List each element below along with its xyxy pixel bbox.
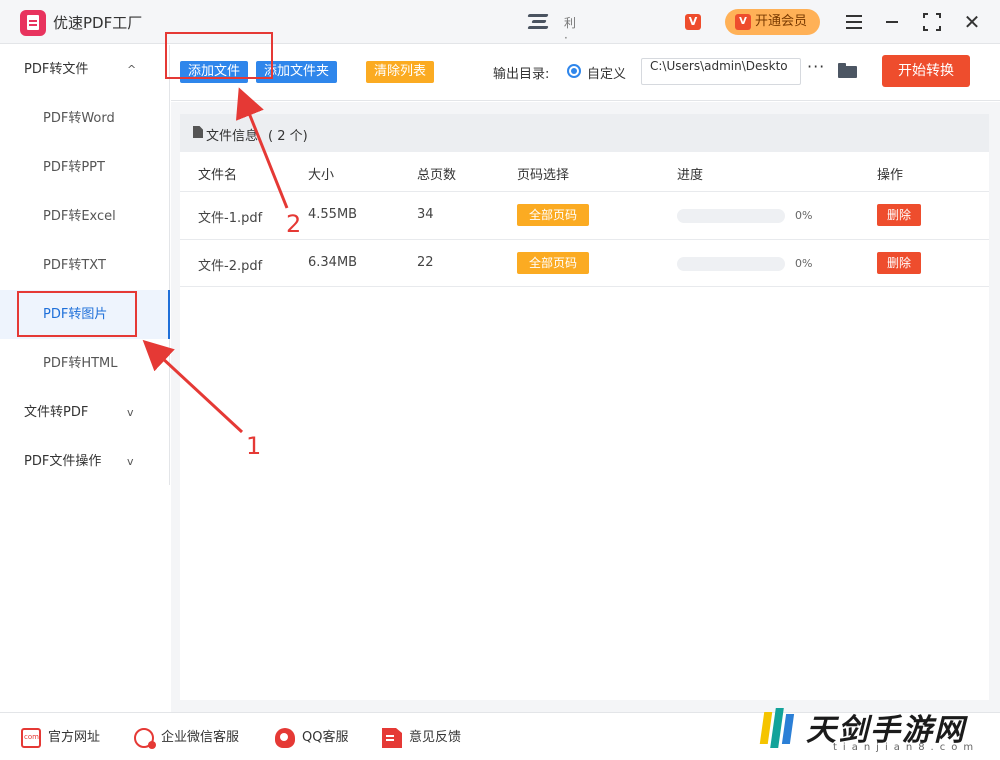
minimize-icon[interactable] <box>880 10 904 34</box>
sidebar-group-file-to-pdf[interactable]: 文件转PDF v <box>0 388 170 437</box>
progress-bar <box>677 257 785 271</box>
file-size: 4.55MB <box>308 207 358 222</box>
delete-button[interactable]: 删除 <box>877 252 921 274</box>
sidebar-item-pdf-to-image[interactable]: PDF转图片 <box>0 290 170 339</box>
menu-icon[interactable] <box>842 10 866 34</box>
column-header: 文件名 <box>198 168 238 183</box>
sidebar-group-label: 文件转PDF <box>24 405 89 420</box>
more-options-icon[interactable]: ··· <box>807 57 825 76</box>
file-panel-title: 文件信息 <box>206 129 259 144</box>
sidebar-item-pdf-to-html[interactable]: PDF转HTML <box>0 339 170 388</box>
progress-text: 0% <box>795 209 813 222</box>
maximize-icon[interactable] <box>920 10 944 34</box>
feedback-icon <box>382 728 402 748</box>
vip-icon: V <box>735 14 751 30</box>
column-header: 总页数 <box>417 168 457 183</box>
sidebar: PDF转文件 ^ PDF转Word PDF转PPT PDF转Excel PDF转… <box>0 45 170 485</box>
open-membership-button[interactable]: V 开通会员 <box>725 9 820 35</box>
file-panel: 文件信息 ( 2 个) 文件名 大小 总页数 页码选择 进度 操作 文件-1.p… <box>180 114 989 700</box>
user-logo-icon <box>527 12 554 32</box>
page-count: 22 <box>417 255 434 270</box>
watermark-domain: tianjian8.com <box>833 742 980 753</box>
sidebar-item-pdf-to-excel[interactable]: PDF转Excel <box>0 192 170 241</box>
page-select-button[interactable]: 全部页码 <box>517 252 589 274</box>
sidebar-group-label: PDF转文件 <box>24 62 89 77</box>
sidebar-item-pdf-to-txt[interactable]: PDF转TXT <box>0 241 170 290</box>
table-row[interactable]: 文件-2.pdf 6.34MB 22 全部页码 0% 删除 <box>180 239 989 287</box>
sidebar-group-label: PDF文件操作 <box>24 454 102 469</box>
website-icon <box>21 728 41 748</box>
content-area: 文件信息 ( 2 个) 文件名 大小 总页数 页码选择 进度 操作 文件-1.p… <box>171 102 1000 712</box>
page-select-button[interactable]: 全部页码 <box>517 204 589 226</box>
sidebar-item-pdf-to-ppt[interactable]: PDF转PPT <box>0 143 170 192</box>
file-panel-header: 文件信息 ( 2 个) <box>180 114 989 152</box>
sidebar-item-pdf-to-word[interactable]: PDF转Word <box>0 94 170 143</box>
output-path-input[interactable]: C:\Users\admin\Deskto <box>641 58 801 85</box>
app-title: 优速PDF工厂 <box>53 14 143 32</box>
highlight-box <box>165 32 273 79</box>
file-icon <box>193 126 203 138</box>
wechat-support-label: 企业微信客服 <box>161 730 240 745</box>
column-header: 操作 <box>877 168 904 183</box>
watermark: 天剑手游网 tianjian8.com <box>750 700 1000 760</box>
progress-bar <box>677 209 785 223</box>
page-count: 34 <box>417 207 434 222</box>
open-membership-label: 开通会员 <box>755 14 808 29</box>
feedback-label: 意见反馈 <box>409 730 462 745</box>
vip-badge-icon[interactable]: V <box>685 14 701 30</box>
chevron-down-icon: v <box>127 455 134 468</box>
file-name: 文件-2.pdf <box>198 259 263 274</box>
file-size: 6.34MB <box>308 255 358 270</box>
progress-text: 0% <box>795 257 813 270</box>
file-count: ( 2 个) <box>268 129 308 144</box>
feedback-link[interactable]: 意见反馈 <box>382 727 461 749</box>
close-icon[interactable]: ✕ <box>960 10 984 34</box>
watermark-logo-icon <box>759 708 795 750</box>
app-logo-icon <box>20 10 46 36</box>
qq-support-link[interactable]: QQ客服 <box>275 727 348 749</box>
file-name: 文件-1.pdf <box>198 211 263 226</box>
custom-dir-label[interactable]: 自定义 <box>587 63 626 82</box>
official-website-link[interactable]: 官方网址 <box>21 727 100 749</box>
start-convert-button[interactable]: 开始转换 <box>882 55 970 87</box>
delete-button[interactable]: 删除 <box>877 204 921 226</box>
output-dir-label: 输出目录: <box>493 67 550 82</box>
title-bar: 优速PDF工厂 利 · V V 开通会员 ✕ <box>0 0 1000 45</box>
official-website-label: 官方网址 <box>48 730 101 745</box>
annotation-step-2: 2 <box>286 210 302 238</box>
annotation-step-1: 1 <box>246 432 262 460</box>
chevron-down-icon: v <box>127 406 134 419</box>
table-row[interactable]: 文件-1.pdf 4.55MB 34 全部页码 0% 删除 <box>180 191 989 239</box>
clear-list-button[interactable]: 清除列表 <box>366 61 435 83</box>
toolbar: 添加文件 添加文件夹 清除列表 输出目录: 自定义 C:\Users\admin… <box>165 32 1000 101</box>
wechat-icon <box>134 728 156 749</box>
sidebar-group-pdf-operations[interactable]: PDF文件操作 v <box>0 437 170 486</box>
qq-icon <box>275 728 295 748</box>
chevron-up-icon: ^ <box>127 63 137 76</box>
column-header: 页码选择 <box>517 168 570 183</box>
wechat-support-link[interactable]: 企业微信客服 <box>134 727 239 749</box>
sidebar-group-pdf-to-file[interactable]: PDF转文件 ^ <box>0 45 170 94</box>
column-header: 大小 <box>308 168 335 183</box>
highlight-box <box>17 291 137 337</box>
custom-dir-radio[interactable] <box>567 64 581 78</box>
folder-icon[interactable] <box>838 63 857 78</box>
column-header: 进度 <box>677 168 704 183</box>
user-name: 利 · <box>564 16 577 45</box>
qq-support-label: QQ客服 <box>302 730 349 745</box>
